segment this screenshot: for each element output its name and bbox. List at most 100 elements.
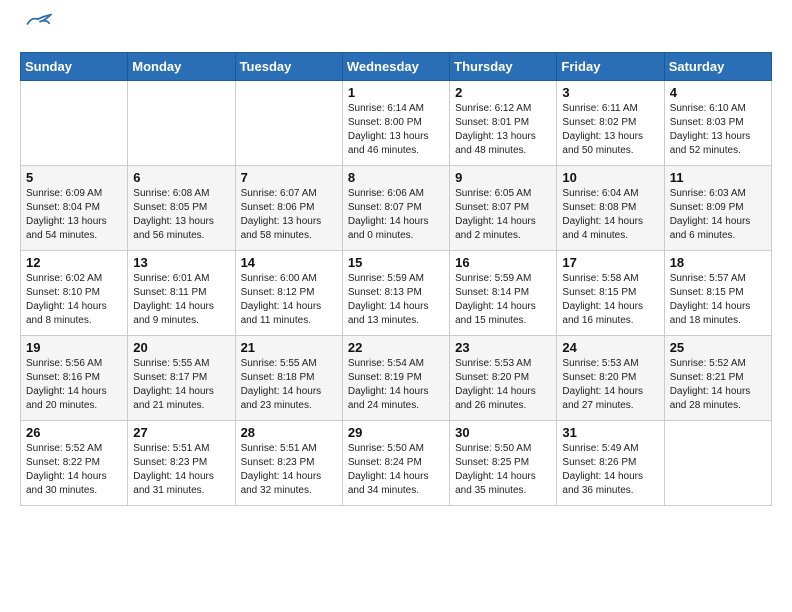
day-number: 19	[26, 340, 122, 355]
calendar-week-3: 12Sunrise: 6:02 AMSunset: 8:10 PMDayligh…	[21, 251, 772, 336]
days-of-week-row: SundayMondayTuesdayWednesdayThursdayFrid…	[21, 53, 772, 81]
day-info: Sunrise: 5:55 AMSunset: 8:17 PMDaylight:…	[133, 357, 229, 413]
day-number: 9	[455, 170, 551, 185]
calendar-cell	[128, 81, 235, 166]
day-number: 2	[455, 85, 551, 100]
calendar-cell: 16 Sunrise: 5:59 AMSunset: 8:14 PMDayligh…	[450, 251, 557, 336]
calendar-cell: 1 Sunrise: 6:14 AMSunset: 8:00 PMDaylight…	[342, 81, 449, 166]
calendar-cell: 25 Sunrise: 5:52 AMSunset: 8:21 PMDayligh…	[664, 336, 771, 421]
day-number: 26	[26, 425, 122, 440]
day-info: Sunrise: 6:03 AMSunset: 8:09 PMDaylight:…	[670, 187, 766, 243]
calendar-cell: 18 Sunrise: 5:57 AMSunset: 8:15 PMDayligh…	[664, 251, 771, 336]
day-number: 5	[26, 170, 122, 185]
calendar-cell: 14 Sunrise: 6:00 AMSunset: 8:12 PMDayligh…	[235, 251, 342, 336]
day-info: Sunrise: 5:54 AMSunset: 8:19 PMDaylight:…	[348, 357, 444, 413]
day-info: Sunrise: 5:58 AMSunset: 8:15 PMDaylight:…	[562, 272, 658, 328]
day-number: 15	[348, 255, 444, 270]
day-number: 6	[133, 170, 229, 185]
calendar-cell: 4Sunrise: 6:10 AMSunset: 8:03 PMDaylight…	[664, 81, 771, 166]
day-info: Sunrise: 6:05 AMSunset: 8:07 PMDaylight:…	[455, 187, 551, 243]
calendar-cell: 3 Sunrise: 6:11 AMSunset: 8:02 PMDaylight…	[557, 81, 664, 166]
calendar-cell: 15 Sunrise: 5:59 AMSunset: 8:13 PMDayligh…	[342, 251, 449, 336]
calendar-cell: 22 Sunrise: 5:54 AMSunset: 8:19 PMDayligh…	[342, 336, 449, 421]
calendar-week-4: 19 Sunrise: 5:56 AMSunset: 8:16 PMDayligh…	[21, 336, 772, 421]
calendar-cell	[21, 81, 128, 166]
day-number: 11	[670, 170, 766, 185]
day-info: Sunrise: 6:08 AMSunset: 8:05 PMDaylight:…	[133, 187, 229, 243]
calendar-cell: 20 Sunrise: 5:55 AMSunset: 8:17 PMDayligh…	[128, 336, 235, 421]
day-info: Sunrise: 5:50 AMSunset: 8:24 PMDaylight:…	[348, 442, 444, 498]
day-number: 25	[670, 340, 766, 355]
calendar-week-1: 1 Sunrise: 6:14 AMSunset: 8:00 PMDaylight…	[21, 81, 772, 166]
logo-bird-icon	[24, 10, 52, 38]
day-number: 23	[455, 340, 551, 355]
day-number: 31	[562, 425, 658, 440]
day-info: Sunrise: 5:59 AMSunset: 8:13 PMDaylight:…	[348, 272, 444, 328]
calendar-cell: 2Sunrise: 6:12 AMSunset: 8:01 PMDaylight…	[450, 81, 557, 166]
day-info: Sunrise: 6:01 AMSunset: 8:11 PMDaylight:…	[133, 272, 229, 328]
day-info: Sunrise: 6:11 AMSunset: 8:02 PMDaylight:…	[562, 102, 658, 158]
day-info: Sunrise: 5:53 AMSunset: 8:20 PMDaylight:…	[455, 357, 551, 413]
day-info: Sunrise: 6:14 AMSunset: 8:00 PMDaylight:…	[348, 102, 444, 158]
day-number: 13	[133, 255, 229, 270]
day-of-week-sunday: Sunday	[21, 53, 128, 81]
day-info: Sunrise: 6:06 AMSunset: 8:07 PMDaylight:…	[348, 187, 444, 243]
day-number: 14	[241, 255, 337, 270]
day-number: 16	[455, 255, 551, 270]
calendar-cell: 9 Sunrise: 6:05 AMSunset: 8:07 PMDaylight…	[450, 166, 557, 251]
day-info: Sunrise: 6:09 AMSunset: 8:04 PMDaylight:…	[26, 187, 122, 243]
day-info: Sunrise: 5:52 AMSunset: 8:22 PMDaylight:…	[26, 442, 122, 498]
day-number: 10	[562, 170, 658, 185]
day-info: Sunrise: 5:51 AMSunset: 8:23 PMDaylight:…	[241, 442, 337, 498]
calendar-cell: 28 Sunrise: 5:51 AMSunset: 8:23 PMDayligh…	[235, 421, 342, 506]
calendar-cell: 10Sunrise: 6:04 AMSunset: 8:08 PMDayligh…	[557, 166, 664, 251]
calendar-cell: 26 Sunrise: 5:52 AMSunset: 8:22 PMDayligh…	[21, 421, 128, 506]
calendar-cell: 31 Sunrise: 5:49 AMSunset: 8:26 PMDayligh…	[557, 421, 664, 506]
day-number: 24	[562, 340, 658, 355]
day-number: 28	[241, 425, 337, 440]
calendar-week-5: 26 Sunrise: 5:52 AMSunset: 8:22 PMDayligh…	[21, 421, 772, 506]
day-of-week-monday: Monday	[128, 53, 235, 81]
calendar-cell: 12Sunrise: 6:02 AMSunset: 8:10 PMDayligh…	[21, 251, 128, 336]
day-number: 30	[455, 425, 551, 440]
day-number: 22	[348, 340, 444, 355]
day-of-week-tuesday: Tuesday	[235, 53, 342, 81]
day-info: Sunrise: 5:49 AMSunset: 8:26 PMDaylight:…	[562, 442, 658, 498]
calendar-cell: 23 Sunrise: 5:53 AMSunset: 8:20 PMDayligh…	[450, 336, 557, 421]
day-info: Sunrise: 5:53 AMSunset: 8:20 PMDaylight:…	[562, 357, 658, 413]
day-number: 3	[562, 85, 658, 100]
day-number: 27	[133, 425, 229, 440]
day-number: 12	[26, 255, 122, 270]
day-info: Sunrise: 5:50 AMSunset: 8:25 PMDaylight:…	[455, 442, 551, 498]
calendar-cell: 30 Sunrise: 5:50 AMSunset: 8:25 PMDayligh…	[450, 421, 557, 506]
calendar-table: SundayMondayTuesdayWednesdayThursdayFrid…	[20, 52, 772, 506]
day-info: Sunrise: 5:56 AMSunset: 8:16 PMDaylight:…	[26, 357, 122, 413]
calendar-cell: 7 Sunrise: 6:07 AMSunset: 8:06 PMDaylight…	[235, 166, 342, 251]
day-number: 20	[133, 340, 229, 355]
day-number: 29	[348, 425, 444, 440]
day-info: Sunrise: 5:59 AMSunset: 8:14 PMDaylight:…	[455, 272, 551, 328]
day-info: Sunrise: 5:52 AMSunset: 8:21 PMDaylight:…	[670, 357, 766, 413]
day-number: 18	[670, 255, 766, 270]
day-info: Sunrise: 6:00 AMSunset: 8:12 PMDaylight:…	[241, 272, 337, 328]
calendar-cell: 13 Sunrise: 6:01 AMSunset: 8:11 PMDayligh…	[128, 251, 235, 336]
day-info: Sunrise: 6:07 AMSunset: 8:06 PMDaylight:…	[241, 187, 337, 243]
logo	[20, 20, 52, 42]
day-number: 1	[348, 85, 444, 100]
day-info: Sunrise: 5:55 AMSunset: 8:18 PMDaylight:…	[241, 357, 337, 413]
calendar-cell	[664, 421, 771, 506]
calendar-cell: 21Sunrise: 5:55 AMSunset: 8:18 PMDayligh…	[235, 336, 342, 421]
page-header	[20, 20, 772, 42]
day-info: Sunrise: 5:51 AMSunset: 8:23 PMDaylight:…	[133, 442, 229, 498]
day-of-week-saturday: Saturday	[664, 53, 771, 81]
day-number: 4	[670, 85, 766, 100]
day-of-week-wednesday: Wednesday	[342, 53, 449, 81]
calendar-cell: 5 Sunrise: 6:09 AMSunset: 8:04 PMDaylight…	[21, 166, 128, 251]
calendar-cell: 27 Sunrise: 5:51 AMSunset: 8:23 PMDayligh…	[128, 421, 235, 506]
calendar-week-2: 5 Sunrise: 6:09 AMSunset: 8:04 PMDaylight…	[21, 166, 772, 251]
calendar-cell: 24 Sunrise: 5:53 AMSunset: 8:20 PMDayligh…	[557, 336, 664, 421]
day-number: 7	[241, 170, 337, 185]
calendar-cell: 6 Sunrise: 6:08 AMSunset: 8:05 PMDaylight…	[128, 166, 235, 251]
day-info: Sunrise: 5:57 AMSunset: 8:15 PMDaylight:…	[670, 272, 766, 328]
calendar-cell: 19 Sunrise: 5:56 AMSunset: 8:16 PMDayligh…	[21, 336, 128, 421]
